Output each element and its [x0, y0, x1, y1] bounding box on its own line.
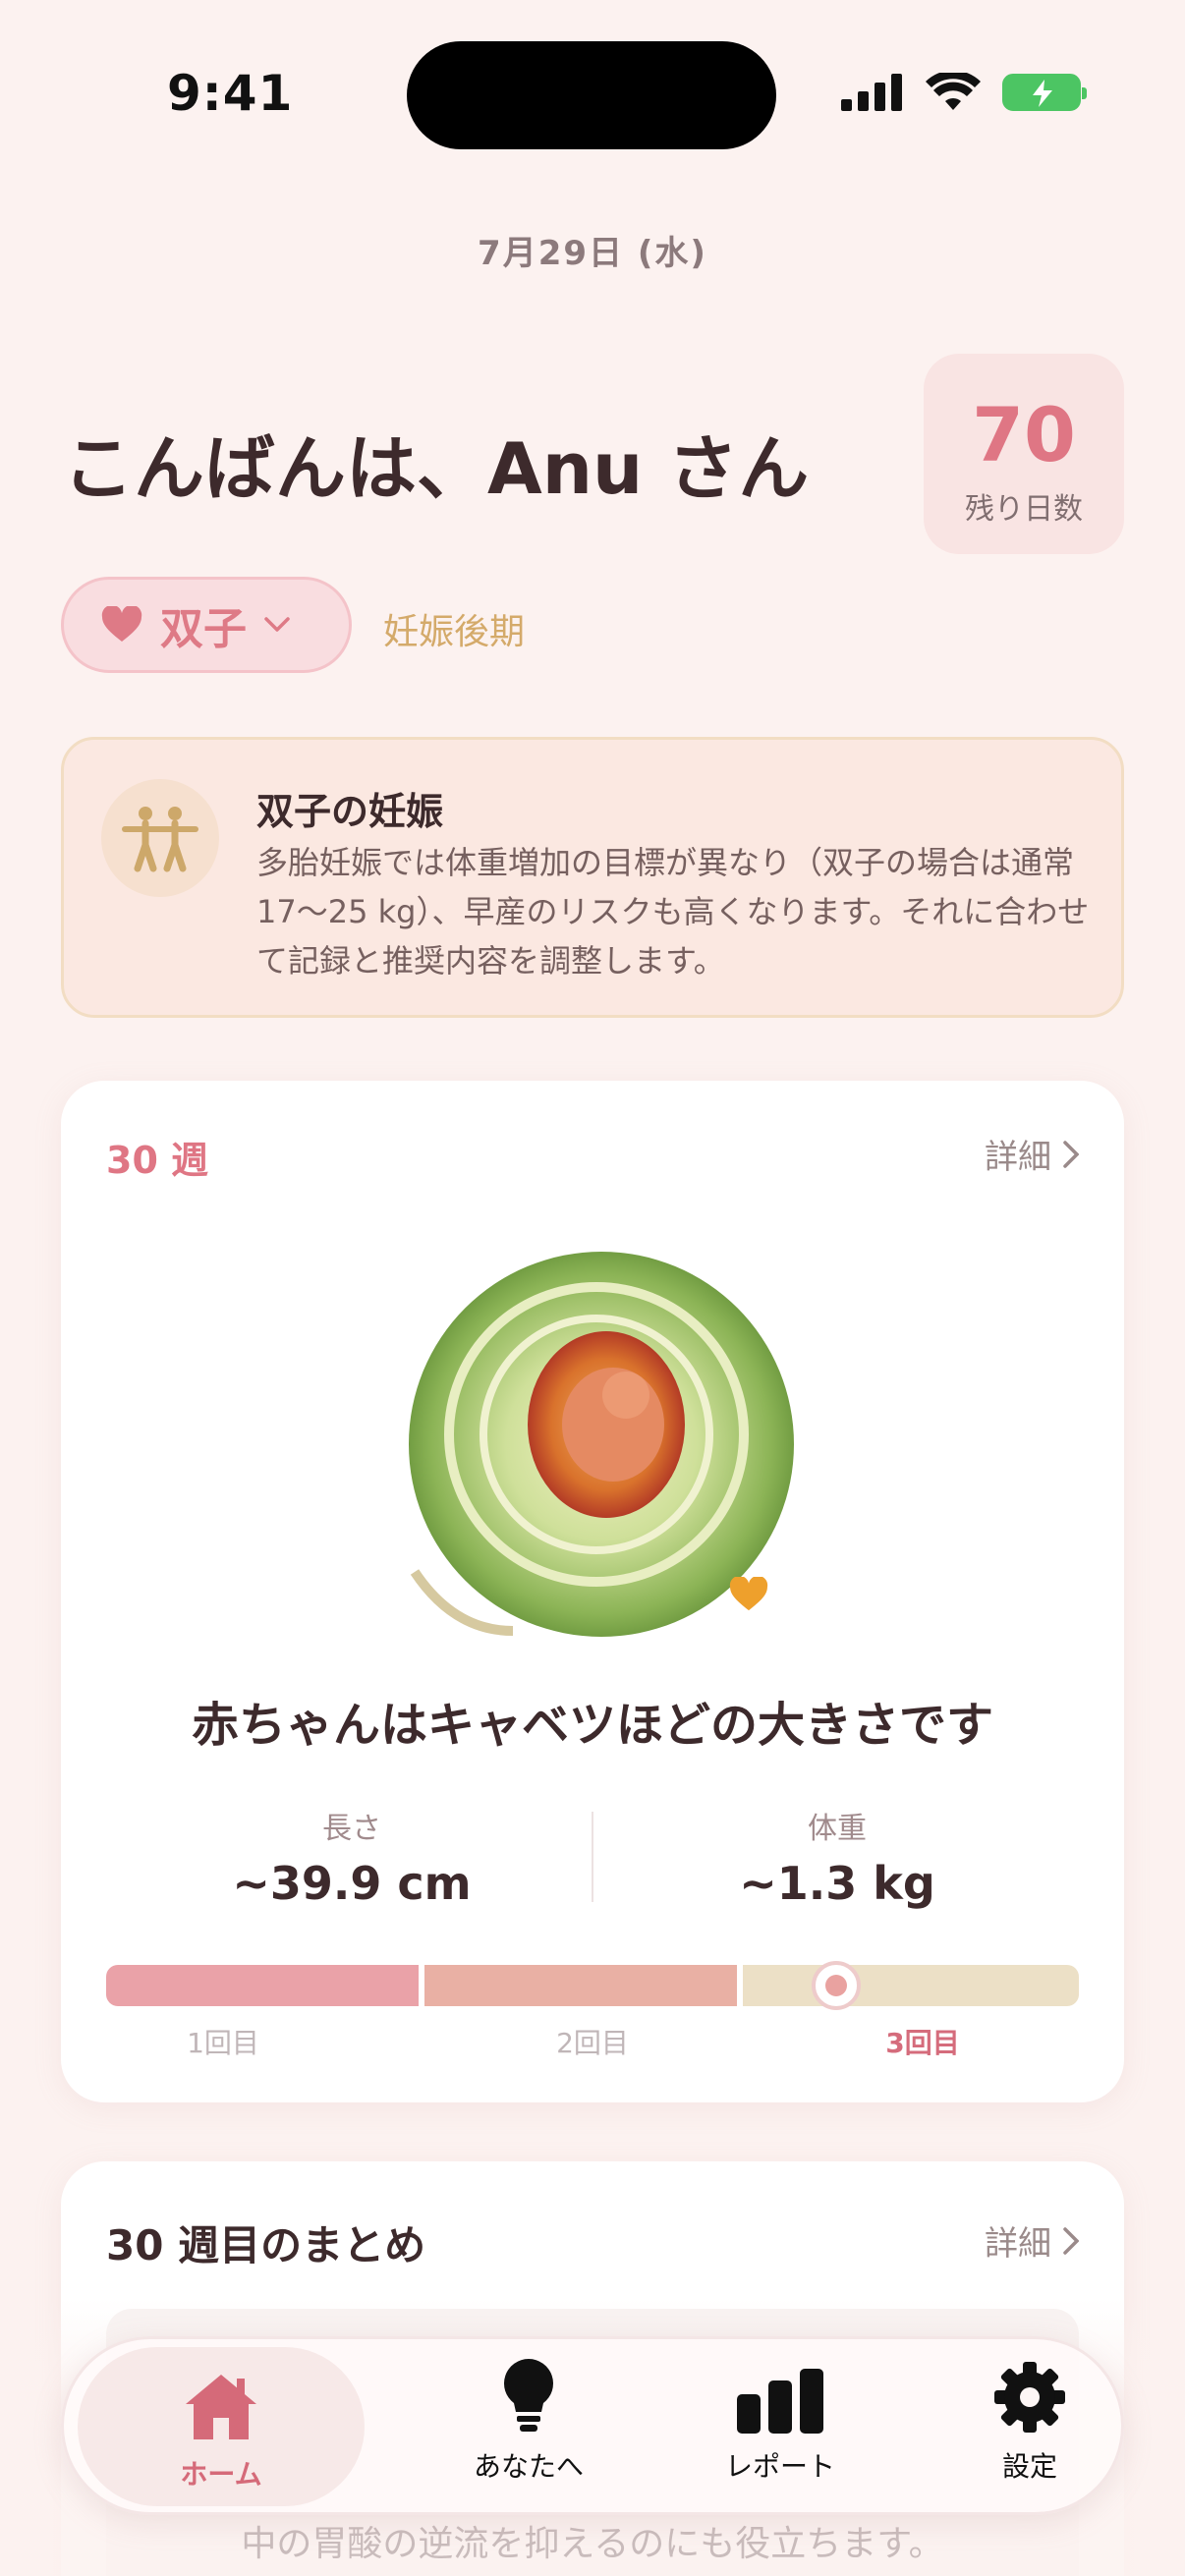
- trimester-2-segment: [424, 1965, 737, 2006]
- summary-detail-link[interactable]: 詳細: [985, 2216, 1079, 2265]
- summary-title: 30 週目のまとめ: [106, 2221, 426, 2269]
- pregnancy-type-label: 双子: [160, 604, 247, 654]
- tab-home[interactable]: ホーム: [78, 2347, 365, 2506]
- house-icon: [186, 2375, 256, 2439]
- info-card-body: 多胎妊娠では体重増加の目標が異なり（双子の場合は通常17～25 kg）、早産のリ…: [256, 844, 1090, 980]
- days-left-label: 残り日数: [965, 492, 1083, 527]
- chevron-down-icon: [264, 617, 290, 632]
- trimester-1-label: 1回目: [187, 2027, 259, 2059]
- trimester-3-label: 3回目: [885, 2027, 960, 2059]
- info-card-title: 双子の妊娠: [256, 790, 444, 833]
- stat-divider: [592, 1812, 593, 1902]
- weight-label: 体重: [808, 1812, 867, 1846]
- tab-reports-label: レポート: [724, 2450, 835, 2483]
- tab-settings-label: 設定: [1001, 2450, 1057, 2483]
- gear-icon: [994, 2362, 1065, 2433]
- greeting-heading: こんばんは、Anu さん: [63, 427, 810, 510]
- pregnancy-type-dropdown[interactable]: 双子: [61, 577, 352, 673]
- weight-value: ~1.3 kg: [739, 1857, 935, 1910]
- small-heart-icon: [729, 1577, 768, 1611]
- days-left-badge: 70 残り日数: [924, 354, 1124, 554]
- length-label: 長さ: [322, 1812, 381, 1846]
- status-icons: [841, 73, 1087, 112]
- progress-knob: [812, 1961, 861, 2010]
- dynamic-island: [407, 41, 776, 149]
- pregnancy-phase: 妊娠後期: [383, 612, 526, 652]
- status-time: 9:41: [167, 65, 294, 122]
- tab-for-you-label: あなたへ: [473, 2450, 584, 2483]
- tab-reports[interactable]: レポート: [657, 2339, 903, 2518]
- twin-info-card: 双子の妊娠 多胎妊娠では体重増加の目標が異なり（双子の場合は通常17～25 kg…: [61, 737, 1124, 1018]
- heart-icon: [101, 606, 142, 642]
- trimester-1-segment: [106, 1965, 419, 2006]
- current-date: 7月29日 (水): [478, 234, 707, 273]
- week-label: 30 週: [106, 1139, 209, 1182]
- twins-icon: [101, 779, 219, 897]
- length-value: ~39.9 cm: [232, 1857, 472, 1910]
- trimester-2-label: 2回目: [556, 2027, 629, 2059]
- baby-size-text: 赤ちゃんはキャベツほどの大きさです: [191, 1698, 993, 1753]
- summary-partial-text: 中の胃酸の逆流を抑えるのにも役立ちます。: [241, 2524, 944, 2564]
- weight-stat: 体重 ~1.3 kg: [641, 1804, 1034, 1910]
- chevron-right-icon: [1063, 1140, 1079, 1168]
- length-stat: 長さ ~39.9 cm: [155, 1804, 548, 1910]
- week-detail-label: 詳細: [985, 1138, 1051, 1177]
- tab-home-label: ホーム: [180, 2458, 262, 2491]
- week-detail-link[interactable]: 詳細: [985, 1130, 1079, 1178]
- tab-settings[interactable]: 設定: [907, 2339, 1153, 2518]
- days-left-value: 70: [972, 391, 1076, 478]
- tab-for-you[interactable]: あなたへ: [406, 2339, 651, 2518]
- tab-bar: ホーム あなたへ レポート 設定: [61, 2336, 1124, 2515]
- cellular-signal-icon: [841, 74, 902, 111]
- wifi-icon: [926, 73, 981, 110]
- bar-chart-icon: [737, 2369, 823, 2434]
- battery-icon: [1002, 74, 1087, 111]
- trimester-3-segment: [743, 1965, 1079, 2006]
- chevron-right-icon: [1063, 2226, 1079, 2255]
- summary-detail-label: 詳細: [985, 2224, 1051, 2264]
- lightbulb-icon: [504, 2359, 553, 2432]
- week-card[interactable]: 30 週 詳細 赤ちゃんはキャベツほどの大きさです 長さ ~39.9 cm 体重…: [61, 1081, 1124, 2102]
- trimester-progress-bar: [106, 1961, 1079, 2010]
